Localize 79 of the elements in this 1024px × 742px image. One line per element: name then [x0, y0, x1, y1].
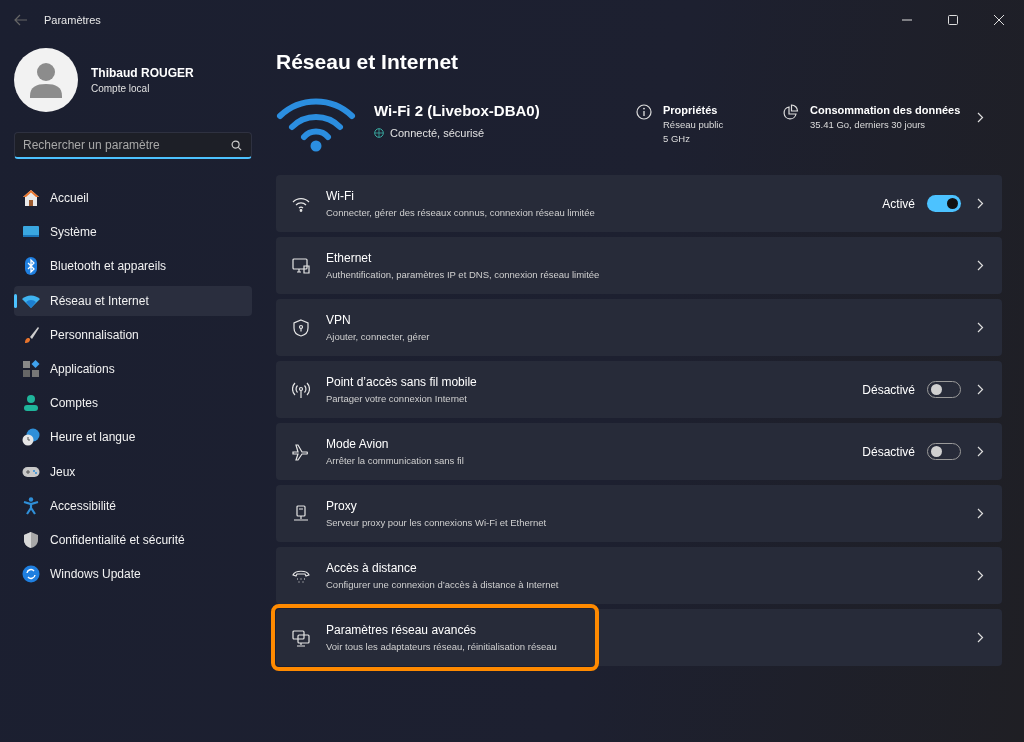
account-type: Compte local	[91, 83, 151, 94]
user-name: Thibaud ROUGER	[91, 66, 194, 80]
setting-description: Voir tous les adaptateurs réseau, réinitialisation réseau	[326, 641, 558, 652]
avatar-icon[interactable]	[14, 48, 78, 112]
toggle-state-label: Activé	[882, 196, 915, 211]
close-icon[interactable]	[994, 15, 1004, 25]
setting-title: Accès à distance	[326, 561, 418, 575]
sidebar-item[interactable]: Accueil	[14, 183, 252, 213]
sidebar-item[interactable]: Jeux	[14, 456, 252, 487]
settings-card[interactable]: Paramètres réseau avancés Voir tous les adaptateurs réseau, réinitialisation réseau	[276, 609, 1002, 666]
ethernet-icon	[292, 256, 310, 275]
chevron-right-icon	[977, 632, 984, 643]
chevron-right-icon	[977, 112, 985, 123]
setting-title: VPN	[326, 313, 352, 327]
setting-title: Mode Avion	[326, 437, 390, 451]
chevron-right-icon	[977, 198, 984, 209]
sidebar-item[interactable]: Windows Update	[14, 559, 252, 590]
sidebar-item[interactable]: Heure et langue	[14, 422, 252, 453]
setting-title: Proxy	[326, 499, 358, 513]
setting-title: Wi-Fi	[326, 189, 355, 203]
setting-description: Serveur proxy pour les connexions Wi-Fi et Ethernet	[326, 517, 548, 528]
update-icon	[22, 565, 40, 584]
search-field[interactable]: Rechercher un paramètre	[14, 132, 252, 159]
pie-chart-icon	[782, 104, 799, 121]
home-icon	[22, 189, 40, 207]
settings-card[interactable]: Proxy Serveur proxy pour les connexions Wi-Fi et Ethernet	[276, 485, 1002, 542]
window-title: Paramètres	[44, 14, 101, 26]
settings-card[interactable]: Mode Avion Arrêter la communication sans fil Désactivé	[276, 423, 1002, 480]
data-usage-link[interactable]: Consommation des données 35.41 Go, derniers 30 jours	[782, 102, 985, 130]
setting-description: Arrêter la communication sans fil	[326, 455, 465, 466]
maximize-icon[interactable]	[948, 15, 958, 25]
setting-title: Paramètres réseau avancés	[326, 623, 478, 637]
chevron-right-icon	[977, 570, 984, 581]
sidebar-item[interactable]: Confidentialité et sécurité	[14, 524, 252, 555]
page-title: Réseau et Internet	[276, 50, 460, 75]
clock-icon	[22, 428, 40, 447]
search-icon	[231, 140, 242, 151]
settings-card[interactable]: Point d’accès sans fil mobile Partager votre connexion Internet Désactivé	[276, 361, 1002, 418]
sidebar-item[interactable]: Bluetooth et appareils	[14, 251, 252, 282]
sidebar-item[interactable]: Réseau et Internet	[14, 285, 252, 316]
settings-card[interactable]: VPN Ajouter, connecter, gérer	[276, 299, 1002, 356]
setting-title: Point d’accès sans fil mobile	[326, 375, 478, 389]
setting-description: Connecter, gérer des réseaux connus, connexion réseau limitée	[326, 207, 596, 218]
network-name: Wi-Fi 2 (Livebox-DBA0)	[374, 102, 541, 119]
hotspot-icon	[292, 380, 310, 399]
person-icon	[22, 394, 40, 413]
vpn-icon	[292, 318, 310, 337]
info-icon	[636, 104, 652, 120]
properties-link[interactable]: Propriétés Réseau public 5 GHz	[636, 102, 782, 144]
toggle-switch[interactable]	[927, 195, 961, 212]
selection-indicator	[14, 293, 17, 308]
sidebar-item[interactable]: Personnalisation	[14, 319, 252, 350]
apps-icon	[22, 359, 40, 378]
setting-description: Partager votre connexion Internet	[326, 393, 468, 404]
connection-status: Connecté, sécurisé	[390, 127, 485, 139]
chevron-right-icon	[977, 508, 984, 519]
chevron-right-icon	[977, 322, 984, 333]
setting-title: Ethernet	[326, 251, 373, 265]
sidebar-item[interactable]: Système	[14, 217, 252, 248]
back-arrow-icon[interactable]	[14, 14, 28, 26]
proxy-icon	[292, 504, 310, 523]
shield-icon	[22, 530, 40, 549]
setting-description: Configurer une connexion d’accès à distance à Internet	[326, 579, 560, 590]
brush-icon	[22, 325, 40, 344]
settings-card[interactable]: Accès à distance Configurer une connexion d’accès à distance à Internet	[276, 547, 1002, 604]
plane-icon	[292, 442, 310, 461]
globe-icon	[374, 128, 384, 138]
toggle-state-label: Désactivé	[862, 444, 915, 459]
toggle-state-label: Désactivé	[862, 382, 915, 397]
chevron-right-icon	[977, 384, 984, 395]
setting-description: Authentification, paramètres IP et DNS, connexion réseau limitée	[326, 269, 601, 280]
chevron-right-icon	[977, 260, 984, 271]
sidebar-item[interactable]: Applications	[14, 353, 252, 384]
settings-card[interactable]: Ethernet Authentification, paramètres IP et DNS, connexion réseau limitée	[276, 237, 1002, 294]
sidebar-item[interactable]: Accessibilité	[14, 490, 252, 521]
chevron-right-icon	[977, 446, 984, 457]
sidebar-item[interactable]: Comptes	[14, 388, 252, 419]
settings-card[interactable]: Wi-Fi Connecter, gérer des réseaux connus, connexion réseau limitée Activé	[276, 175, 1002, 232]
setting-description: Ajouter, connecter, gérer	[326, 331, 431, 342]
